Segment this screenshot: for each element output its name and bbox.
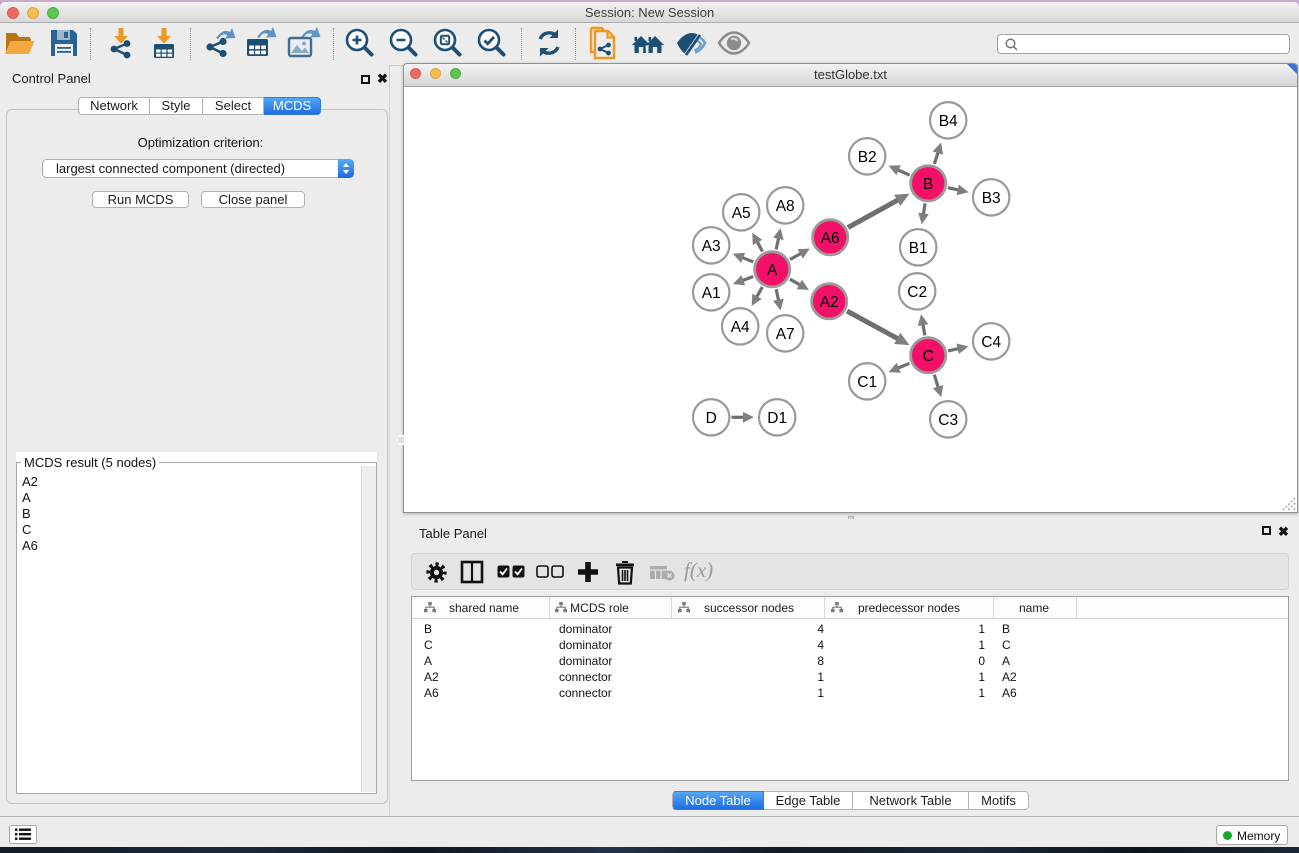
svg-text:B: B xyxy=(923,176,933,193)
svg-text:B3: B3 xyxy=(982,190,1001,207)
svg-text:C: C xyxy=(923,348,934,365)
svg-text:A: A xyxy=(767,262,778,279)
svg-text:C1: C1 xyxy=(857,374,877,391)
svg-text:A4: A4 xyxy=(731,319,750,336)
svg-text:D: D xyxy=(706,410,717,427)
svg-text:A3: A3 xyxy=(702,238,721,255)
svg-text:A8: A8 xyxy=(776,198,795,215)
svg-text:D1: D1 xyxy=(767,410,787,427)
svg-text:A7: A7 xyxy=(776,326,795,343)
svg-text:C4: C4 xyxy=(981,334,1001,351)
svg-text:C3: C3 xyxy=(938,412,958,429)
svg-text:B1: B1 xyxy=(909,240,928,257)
svg-text:A5: A5 xyxy=(732,205,751,222)
svg-text:C2: C2 xyxy=(907,284,927,301)
svg-text:A1: A1 xyxy=(702,285,721,302)
svg-text:A2: A2 xyxy=(820,294,839,311)
svg-text:B2: B2 xyxy=(858,149,877,166)
svg-text:A6: A6 xyxy=(821,230,840,247)
svg-text:B4: B4 xyxy=(939,113,958,130)
